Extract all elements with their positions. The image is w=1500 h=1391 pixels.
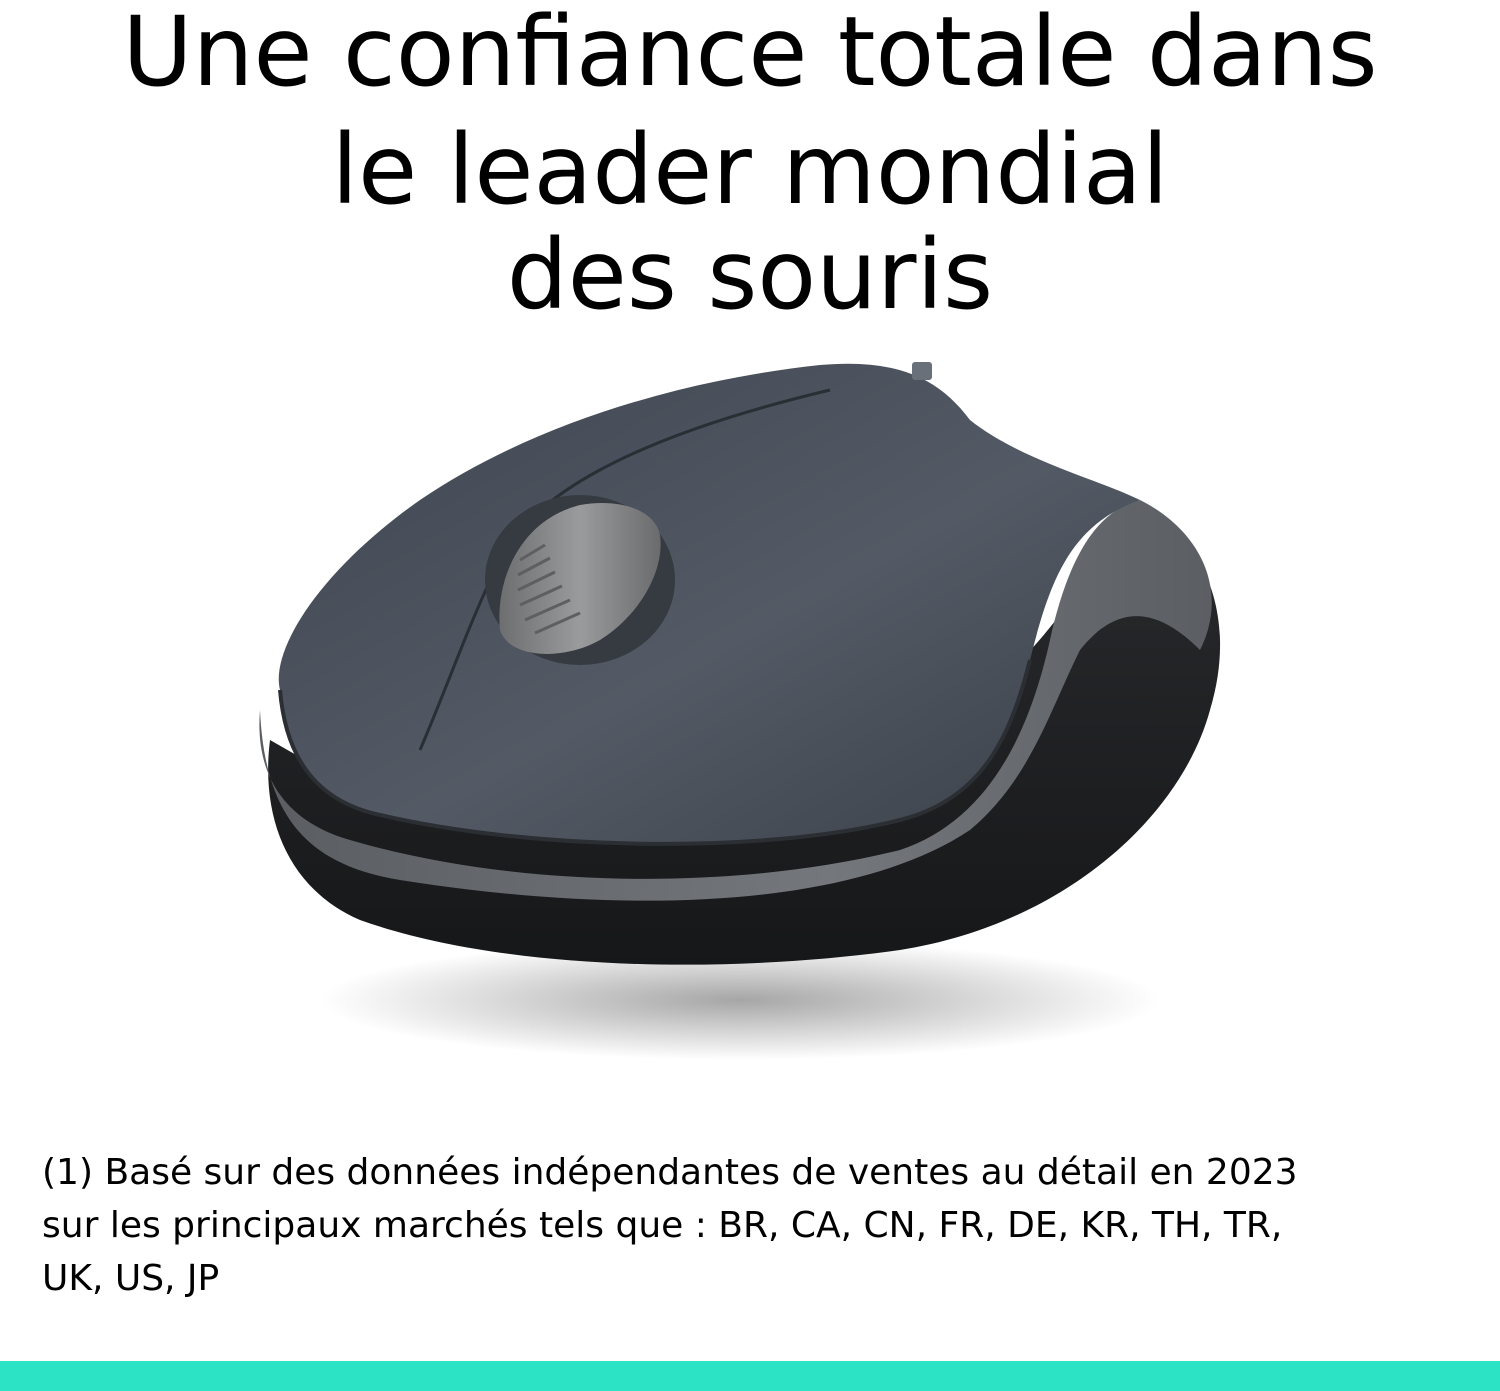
wireless-mouse-image [259, 362, 1221, 1060]
footnote: (1) Basé sur des données indépendantes d… [42, 1146, 1472, 1305]
footnote-line-3: UK, US, JP [42, 1258, 220, 1299]
headline-line-1: Une confiance totale dans [122, 0, 1378, 108]
footnote-line-2: sur les principaux marchés tels que : BR… [42, 1205, 1283, 1246]
logo-mark [912, 362, 932, 380]
footnote-line-1: (1) Basé sur des données indépendantes d… [42, 1152, 1298, 1193]
headline-line-2: le leader mondial [331, 114, 1169, 226]
headline-line-3: des souris [506, 219, 994, 331]
accent-bar [0, 1361, 1500, 1391]
